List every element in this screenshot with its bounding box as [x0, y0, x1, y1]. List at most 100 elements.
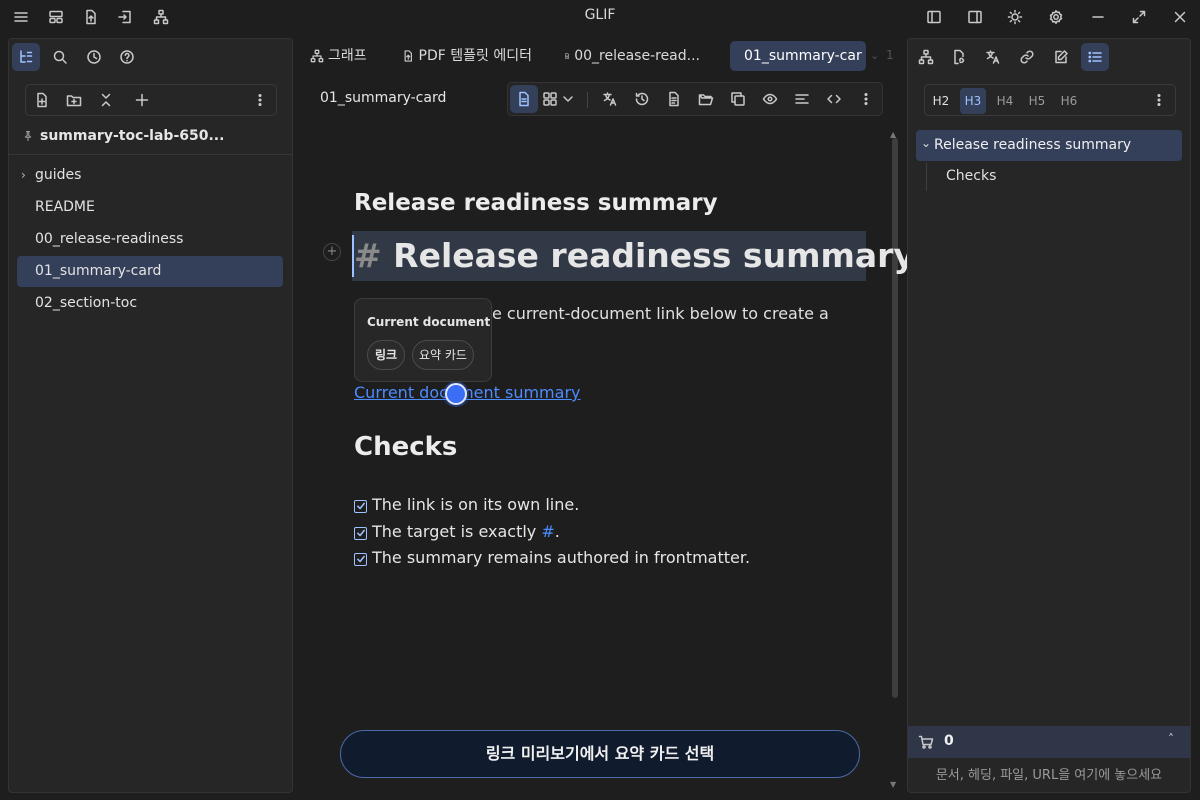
- heading-h2-button[interactable]: H2: [928, 88, 954, 114]
- editor-more-button[interactable]: [852, 85, 880, 113]
- tab-bar: 그래프 PDF 템플릿 에디터 00_release-read... 01_su…: [298, 38, 902, 76]
- current-document-link[interactable]: Current document summary: [354, 383, 581, 402]
- select-summary-card-button[interactable]: 링크 미리보기에서 요약 카드 선택: [340, 730, 860, 778]
- heading-h6-button[interactable]: H6: [1056, 88, 1082, 114]
- clock-icon: [87, 50, 101, 64]
- graph-icon: [310, 49, 324, 63]
- file-tree-icon: [20, 50, 33, 63]
- checklist-item[interactable]: The summary remains authored in frontmat…: [354, 548, 750, 567]
- menu-button[interactable]: [7, 3, 35, 31]
- checkbox-checked-icon[interactable]: [354, 552, 367, 566]
- open-folder-button[interactable]: [692, 85, 720, 113]
- folder-open-icon: [698, 94, 714, 106]
- grid-icon: [543, 92, 557, 106]
- minimize-button[interactable]: [1084, 3, 1112, 31]
- file-link-tab[interactable]: [945, 43, 973, 71]
- check-text: The summary remains authored in frontmat…: [372, 548, 751, 567]
- history-tab[interactable]: [80, 43, 108, 71]
- view-document-button[interactable]: [510, 85, 538, 113]
- checkbox-checked-icon[interactable]: [354, 526, 367, 540]
- scroll-down-icon[interactable]: ▼: [890, 780, 896, 789]
- settings-button[interactable]: [1042, 3, 1070, 31]
- tree-item-00-release-readiness[interactable]: 00_release-readiness: [17, 224, 283, 255]
- tree-item-01-summary-card[interactable]: 01_summary-card: [17, 256, 283, 287]
- file-tree-tab[interactable]: [12, 43, 40, 71]
- chevron-up-icon[interactable]: ˄: [1168, 732, 1174, 746]
- outline-item-checks[interactable]: Checks: [946, 168, 996, 184]
- new-file-button[interactable]: [28, 86, 56, 114]
- copy-button[interactable]: [724, 85, 752, 113]
- sitemap-icon: [918, 49, 934, 65]
- checklist-item[interactable]: The target is exactly #.: [354, 522, 560, 541]
- toggle-left-sidebar-button[interactable]: [920, 3, 948, 31]
- check-text: The target is exactly: [372, 522, 542, 541]
- search-tab[interactable]: [46, 43, 74, 71]
- tree-folder-guides[interactable]: › guides: [17, 160, 283, 191]
- add-button[interactable]: [128, 86, 156, 114]
- tree-item-02-section-toc[interactable]: 02_section-toc: [17, 288, 283, 319]
- vault-name[interactable]: summary-toc-lab-650...: [40, 128, 224, 144]
- frontmatter-title: Release readiness summary: [354, 190, 718, 216]
- h1-block[interactable]: # Release readiness summary: [352, 231, 915, 281]
- translate-tab[interactable]: [979, 43, 1007, 71]
- tab-graph[interactable]: 그래프: [300, 41, 378, 71]
- h1-heading: # Release readiness summary: [354, 236, 915, 275]
- theme-toggle-button[interactable]: [1001, 3, 1029, 31]
- cart-header[interactable]: 0 ˄: [908, 726, 1190, 758]
- tab-01-summary-card[interactable]: 01_summary-car: [730, 41, 866, 71]
- view-dropdown-button[interactable]: [558, 85, 578, 113]
- h1-marker: #: [354, 236, 382, 275]
- outline-item-h1[interactable]: ⌄ Release readiness summary: [916, 130, 1182, 161]
- file-upload-button[interactable]: [77, 3, 105, 31]
- h1-text: Release readiness summary: [393, 236, 915, 275]
- outline-indent-guide: [926, 163, 927, 191]
- summary-card-option[interactable]: 요약 카드: [412, 340, 474, 370]
- translate-button[interactable]: [596, 85, 624, 113]
- minimize-icon: [1092, 16, 1104, 18]
- collapse-all-button[interactable]: [92, 86, 120, 114]
- tree-item-label: 02_section-toc: [35, 295, 138, 311]
- cart-dropzone[interactable]: 문서, 헤딩, 파일, URL을 여기에 놓으세요: [908, 760, 1190, 792]
- outline-more-button[interactable]: [1145, 86, 1173, 114]
- help-tab[interactable]: [113, 43, 141, 71]
- graph-view-tab[interactable]: [912, 43, 940, 71]
- tab-pdf-template-editor[interactable]: PDF 템플릿 에디터: [392, 41, 542, 71]
- inline-hash-link[interactable]: #: [541, 522, 554, 541]
- login-button[interactable]: [111, 3, 139, 31]
- document-icon: [519, 91, 529, 107]
- close-button[interactable]: [1166, 3, 1194, 31]
- file-info-button[interactable]: [660, 85, 688, 113]
- maximize-button[interactable]: [1125, 3, 1153, 31]
- paragraph-text: e current-document link below to create …: [492, 304, 829, 323]
- editor-scrollbar[interactable]: [892, 138, 898, 698]
- scroll-up-icon[interactable]: ▲: [890, 130, 896, 139]
- layout-button[interactable]: [42, 3, 70, 31]
- more-vertical-icon: [258, 93, 262, 107]
- edit-icon: [1055, 50, 1068, 64]
- edit-tab[interactable]: [1047, 43, 1075, 71]
- tree-item-readme[interactable]: README: [17, 192, 283, 223]
- new-folder-button[interactable]: [60, 86, 88, 114]
- align-left-icon: [795, 94, 809, 104]
- heading-h4-button[interactable]: H4: [992, 88, 1018, 114]
- outline-tab[interactable]: [1081, 43, 1109, 71]
- history-button[interactable]: [628, 85, 656, 113]
- preview-button[interactable]: [756, 85, 784, 113]
- history-icon: [635, 92, 649, 106]
- more-options-button[interactable]: [246, 86, 274, 114]
- link-option[interactable]: 링크: [367, 340, 405, 370]
- source-button[interactable]: [820, 85, 848, 113]
- align-button[interactable]: [788, 85, 816, 113]
- checklist-item[interactable]: The link is on its own line.: [354, 495, 579, 514]
- tab-00-release-readiness[interactable]: 00_release-read...: [554, 41, 710, 71]
- sitemap-button[interactable]: [147, 3, 175, 31]
- tab-overflow-chevron-icon[interactable]: ⌄: [870, 49, 879, 62]
- heading-h3-button[interactable]: H3: [960, 88, 986, 114]
- links-tab[interactable]: [1013, 43, 1041, 71]
- toggle-right-sidebar-button[interactable]: [961, 3, 989, 31]
- heading-h5-button[interactable]: H5: [1024, 88, 1050, 114]
- checkbox-checked-icon[interactable]: [354, 499, 367, 513]
- new-folder-icon: [66, 95, 82, 107]
- pin-icon: [22, 130, 34, 142]
- add-block-icon[interactable]: +: [323, 243, 341, 261]
